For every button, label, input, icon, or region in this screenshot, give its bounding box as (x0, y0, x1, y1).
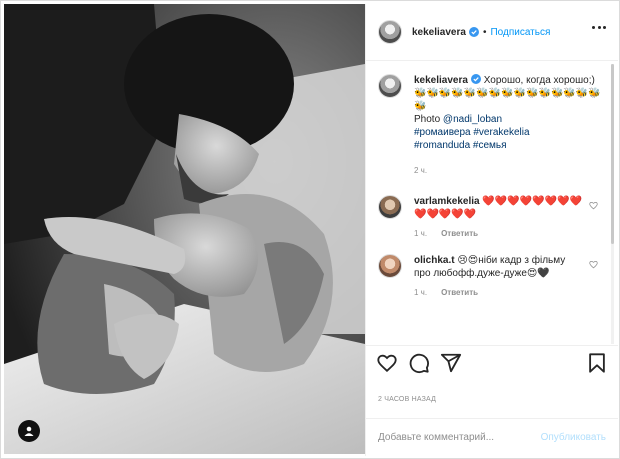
comment-avatar[interactable] (378, 254, 402, 278)
header-username[interactable]: kekeliavera (412, 27, 466, 38)
comment-meta: 1 ч. Ответить (414, 227, 584, 240)
add-comment-bar: Добавьте комментарий... Опубликовать (366, 418, 618, 456)
caption-emoji: 🐝🐝🐝🐝🐝🐝🐝🐝🐝🐝🐝🐝🐝🐝🐝🐝 (414, 88, 601, 112)
caption-time: 2 ч. (414, 166, 428, 175)
caption-avatar[interactable] (378, 74, 402, 98)
comment-username[interactable]: olichka.t (414, 255, 455, 266)
comment-time: 1 ч. (414, 288, 428, 297)
comments-scrollbar[interactable] (611, 64, 614, 344)
comment-time: 1 ч. (414, 229, 428, 238)
comment-meta: 1 ч. Ответить (414, 286, 584, 299)
comment-avatar[interactable] (378, 195, 402, 219)
user-tag-icon (24, 426, 34, 436)
comment-username[interactable]: varlamkekelia (414, 196, 480, 207)
comment-item: olichka.t 😢😍ніби кадр з фільму про любоф… (378, 254, 606, 299)
caption-body: kekeliavera Хорошо, когда хорошо;) 🐝🐝🐝🐝🐝… (414, 74, 604, 177)
avatar[interactable] (378, 20, 402, 44)
post-photo[interactable] (4, 4, 365, 454)
reply-button[interactable]: Ответить (441, 288, 478, 297)
caption: kekeliavera Хорошо, когда хорошо;) 🐝🐝🐝🐝🐝… (378, 74, 606, 177)
bookmark-icon[interactable] (586, 352, 608, 374)
reply-button[interactable]: Ответить (441, 229, 478, 238)
verified-badge-icon (470, 74, 481, 84)
comment-icon[interactable] (408, 352, 430, 374)
hashtags-line-2[interactable]: #romanduda #семья (414, 140, 507, 151)
publish-button[interactable]: Опубликовать (541, 432, 606, 443)
more-icon[interactable] (592, 26, 606, 30)
post-side-panel: kekeliavera • Подписаться kekeliavera Хо… (365, 4, 618, 456)
photo-mention-link[interactable]: @nadi_loban (443, 114, 502, 125)
user-tag-button[interactable] (18, 420, 40, 442)
instagram-post: kekeliavera • Подписаться kekeliavera Хо… (0, 0, 620, 459)
comment-body: varlamkekelia ❤️❤️❤️❤️❤️❤️❤️❤️❤️❤️❤️❤️❤️… (414, 195, 584, 240)
small-heart-icon[interactable] (589, 201, 598, 210)
comments-list[interactable]: kekeliavera Хорошо, когда хорошо;) 🐝🐝🐝🐝🐝… (366, 62, 618, 345)
hashtags-line-1[interactable]: #ромаивера #verakekelia (414, 127, 530, 138)
comment-item: varlamkekelia ❤️❤️❤️❤️❤️❤️❤️❤️❤️❤️❤️❤️❤️… (378, 195, 606, 240)
verified-badge-icon (468, 27, 479, 37)
caption-text: Хорошо, когда хорошо;) (483, 75, 595, 86)
post-date: 2 ЧАСОВ НАЗАД (378, 396, 437, 403)
couple-photo-illustration (4, 4, 365, 454)
caption-username[interactable]: kekeliavera (414, 75, 468, 86)
caption-photo-prefix: Photo (414, 114, 443, 125)
comment-body: olichka.t 😢😍ніби кадр з фільму про любоф… (414, 254, 584, 299)
separator-dot: • (482, 26, 487, 38)
heart-icon[interactable] (376, 352, 398, 374)
small-heart-icon[interactable] (589, 260, 598, 269)
share-icon[interactable] (440, 352, 462, 374)
follow-button[interactable]: Подписаться (490, 27, 550, 38)
action-bar (366, 345, 618, 385)
add-comment-input[interactable]: Добавьте комментарий... (378, 432, 541, 443)
post-header: kekeliavera • Подписаться (366, 4, 618, 61)
scrollbar-thumb[interactable] (611, 64, 614, 244)
